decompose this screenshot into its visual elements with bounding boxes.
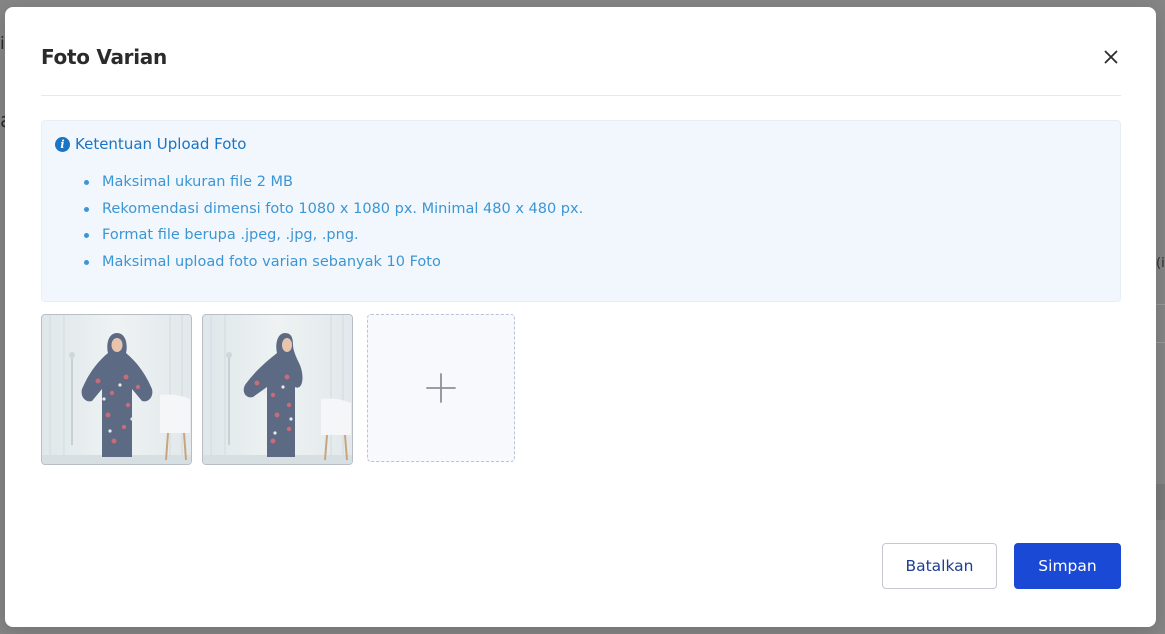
save-button[interactable]: Simpan — [1014, 543, 1121, 589]
photo-image — [42, 315, 191, 464]
add-photo-button[interactable] — [367, 314, 515, 462]
background-divider — [1156, 484, 1165, 520]
upload-rules-box: i Ketentuan Upload Foto Maksimal ukuran … — [41, 120, 1121, 302]
rule-item: Format file berupa .jpeg, .jpg, .png. — [84, 224, 583, 251]
info-icon: i — [55, 136, 70, 152]
photo-image — [203, 315, 352, 464]
plus-icon — [426, 373, 456, 403]
background-divider — [1156, 342, 1165, 343]
close-icon — [1104, 50, 1118, 64]
rule-item: Rekomendasi dimensi foto 1080 x 1080 px.… — [84, 198, 583, 225]
header-divider — [41, 95, 1121, 96]
rule-item: Maksimal ukuran file 2 MB — [84, 171, 583, 198]
variant-photo-1[interactable] — [41, 314, 192, 465]
upload-rules-list: Maksimal ukuran file 2 MB Rekomendasi di… — [84, 171, 583, 277]
foto-varian-modal: Foto Varian i Ketentuan Upload Foto Maks… — [5, 7, 1156, 627]
close-button[interactable] — [1099, 45, 1123, 69]
background-divider — [1156, 304, 1165, 305]
upload-rules-title: Ketentuan Upload Foto — [75, 135, 247, 153]
modal-title: Foto Varian — [41, 45, 167, 69]
rule-item: Maksimal upload foto varian sebanyak 10 … — [84, 251, 583, 278]
upload-rules-heading: i Ketentuan Upload Foto — [55, 135, 246, 153]
variant-photo-2[interactable] — [202, 314, 353, 465]
cancel-button[interactable]: Batalkan — [882, 543, 997, 589]
background-text-fragment: (i — [1156, 256, 1165, 271]
